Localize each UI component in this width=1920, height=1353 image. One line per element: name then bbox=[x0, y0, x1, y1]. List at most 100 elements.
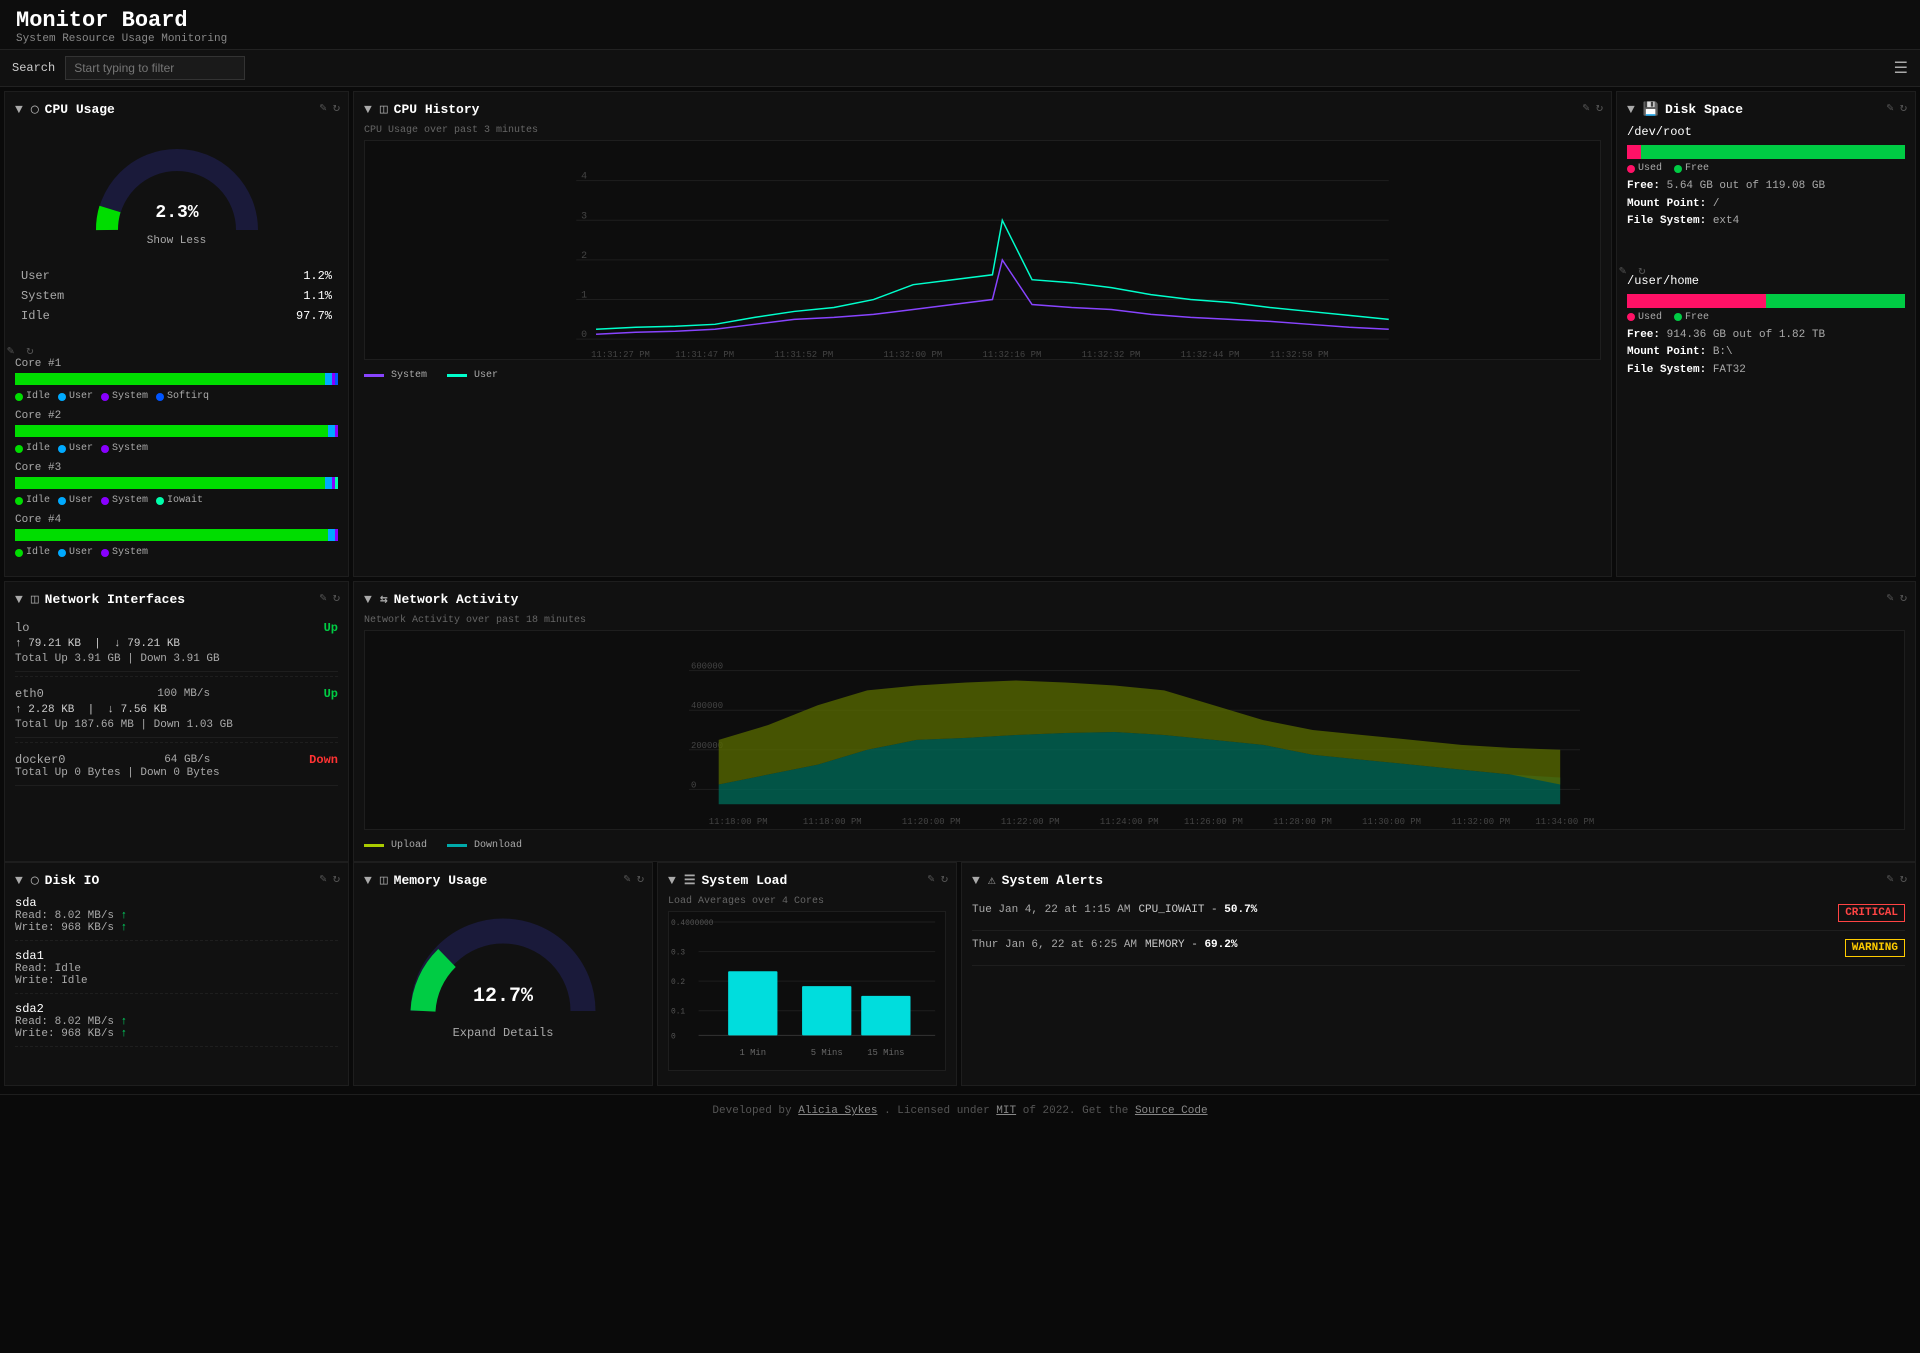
sys-load-title: System Load bbox=[701, 873, 787, 888]
core2-section: Core #2 Idle User System bbox=[15, 410, 338, 454]
cpu-stat-idle: Idle 97.7% bbox=[17, 307, 336, 325]
disk-home-bar bbox=[1627, 294, 1905, 308]
disk-io-refresh-icon[interactable]: ↻ bbox=[333, 871, 340, 886]
sys-alerts-collapse-btn[interactable]: ▼ bbox=[972, 873, 980, 888]
mem-collapse-btn[interactable]: ▼ bbox=[364, 873, 372, 888]
system-alerts-panel: ▼ ⚠ System Alerts ✎ ↻ Tue Jan 4, 22 at 1… bbox=[961, 862, 1916, 1086]
alert-1-time: Tue Jan 4, 22 at 1:15 AM bbox=[972, 904, 1130, 916]
cpu-hist-refresh-icon[interactable]: ↻ bbox=[1596, 100, 1603, 115]
footer-license-link[interactable]: MIT bbox=[996, 1105, 1016, 1117]
svg-text:11:32:58 PM: 11:32:58 PM bbox=[1270, 350, 1329, 360]
core4-legend: Idle User System bbox=[15, 547, 338, 558]
svg-text:200000: 200000 bbox=[691, 741, 723, 751]
cpu-stats-table: User 1.2% System 1.1% Idle 97.7% bbox=[15, 265, 338, 327]
system-load-panel: ▼ ☰ System Load ✎ ↻ Load Averages over 4… bbox=[657, 862, 957, 1086]
svg-text:2.3%: 2.3% bbox=[155, 203, 198, 223]
mem-refresh-icon[interactable]: ↻ bbox=[637, 871, 644, 886]
cpu-edit-icon[interactable]: ✎ bbox=[320, 100, 327, 115]
svg-text:400000: 400000 bbox=[691, 701, 723, 711]
net-act-refresh-icon[interactable]: ↻ bbox=[1900, 590, 1907, 605]
net-act-upload-label: Upload bbox=[391, 840, 427, 851]
svg-text:11:18:00 PM: 11:18:00 PM bbox=[709, 817, 768, 827]
disk-space-collapse-btn[interactable]: ▼ bbox=[1627, 102, 1635, 117]
sys-alerts-refresh-icon[interactable]: ↻ bbox=[1900, 871, 1907, 886]
core1-legend: Idle User System Softirq bbox=[15, 391, 338, 402]
cpu-refresh-icon[interactable]: ↻ bbox=[333, 100, 340, 115]
search-label: Search bbox=[12, 61, 55, 75]
footer-src-link[interactable]: Source Code bbox=[1135, 1105, 1208, 1117]
svg-text:4: 4 bbox=[581, 171, 587, 182]
net-iface-refresh-icon[interactable]: ↻ bbox=[333, 590, 340, 605]
svg-text:11:34:00 PM: 11:34:00 PM bbox=[1535, 817, 1594, 827]
net-act-edit-icon[interactable]: ✎ bbox=[1887, 590, 1894, 605]
alert-2-time: Thur Jan 6, 22 at 6:25 AM bbox=[972, 939, 1137, 951]
disk-home-legend: Used Free bbox=[1627, 312, 1905, 323]
net-iface-icon: ◫ bbox=[31, 592, 39, 607]
cpu-hist-edit-icon[interactable]: ✎ bbox=[1583, 100, 1590, 115]
svg-text:11:24:00 PM: 11:24:00 PM bbox=[1100, 817, 1159, 827]
cpu-icon: ◯ bbox=[31, 102, 39, 117]
disk-io-title: Disk IO bbox=[45, 873, 100, 888]
core3-legend: Idle User System Iowait bbox=[15, 495, 338, 506]
system-load-chart: 0.4000000 0.3 0.2 0.1 0 1 Min 5 Mins 15 … bbox=[668, 911, 946, 1071]
svg-text:11:26:00 PM: 11:26:00 PM bbox=[1184, 817, 1243, 827]
svg-text:11:22:00 PM: 11:22:00 PM bbox=[1001, 817, 1060, 827]
footer-author-link[interactable]: Alicia Sykes bbox=[798, 1105, 877, 1117]
sys-alerts-edit-icon[interactable]: ✎ bbox=[1887, 871, 1894, 886]
sys-load-collapse-btn[interactable]: ▼ bbox=[668, 873, 676, 888]
disk-home-refresh-icon[interactable]: ↻ bbox=[1638, 263, 1645, 278]
disk-io-collapse-btn[interactable]: ▼ bbox=[15, 873, 23, 888]
core-refresh-icon[interactable]: ↻ bbox=[26, 343, 33, 358]
svg-text:11:31:27 PM: 11:31:27 PM bbox=[591, 350, 650, 360]
net-act-collapse-btn[interactable]: ▼ bbox=[364, 592, 372, 607]
cpu-stat-user: User 1.2% bbox=[17, 267, 336, 285]
alert-2-badge: WARNING bbox=[1845, 939, 1905, 957]
disk-space-panel: ▼ 💾 Disk Space ✎ ↻ /dev/root Used Free F… bbox=[1616, 91, 1916, 577]
core1-label: Core #1 bbox=[15, 358, 338, 370]
svg-text:600000: 600000 bbox=[691, 662, 723, 672]
cpu-collapse-btn[interactable]: ▼ bbox=[15, 102, 23, 117]
svg-text:11:30:00 PM: 11:30:00 PM bbox=[1362, 817, 1421, 827]
disk-space-edit-icon[interactable]: ✎ bbox=[1887, 100, 1894, 115]
core2-legend: Idle User System bbox=[15, 443, 338, 454]
search-input[interactable] bbox=[65, 56, 245, 80]
sys-load-edit-icon[interactable]: ✎ bbox=[928, 871, 935, 886]
alert-2: Thur Jan 6, 22 at 6:25 AM MEMORY - 69.2%… bbox=[972, 931, 1905, 966]
mem-expand-btn[interactable]: Expand Details bbox=[453, 1026, 554, 1040]
disk-home-info: Free: 914.36 GB out of 1.82 TB Mount Poi… bbox=[1627, 327, 1905, 380]
net-lo: lo Up ↑ 79.21 KB | ↓ 79.21 KB Total Up 3… bbox=[15, 615, 338, 672]
mem-icon: ◫ bbox=[380, 873, 388, 888]
svg-text:1: 1 bbox=[581, 290, 587, 301]
cpu-gauge: 2.3% bbox=[87, 135, 267, 235]
sys-load-refresh-icon[interactable]: ↻ bbox=[941, 871, 948, 886]
core-edit-icon[interactable]: ✎ bbox=[7, 343, 14, 358]
svg-text:15 Mins: 15 Mins bbox=[867, 1048, 904, 1058]
sys-alerts-title: System Alerts bbox=[1002, 873, 1103, 888]
net-act-download-label: Download bbox=[474, 840, 522, 851]
svg-text:11:32:00 PM: 11:32:00 PM bbox=[883, 350, 942, 360]
net-eth0: eth0 100 MB/s Up ↑ 2.28 KB | ↓ 7.56 KB T… bbox=[15, 681, 338, 738]
disk-home-edit-icon[interactable]: ✎ bbox=[1619, 263, 1626, 278]
cpu-hist-collapse-btn[interactable]: ▼ bbox=[364, 102, 372, 117]
svg-text:5 Mins: 5 Mins bbox=[811, 1048, 843, 1058]
disk-space-refresh-icon[interactable]: ↻ bbox=[1900, 100, 1907, 115]
filter-icon[interactable]: ☰ bbox=[1894, 58, 1908, 78]
core2-label: Core #2 bbox=[15, 410, 338, 422]
svg-text:12.7%: 12.7% bbox=[473, 985, 534, 1008]
net-iface-collapse-btn[interactable]: ▼ bbox=[15, 592, 23, 607]
disk-io-panel: ▼ ◯ Disk IO ✎ ↻ sda Read: 8.02 MB/s ↑ Wr… bbox=[4, 862, 349, 1086]
svg-text:11:18:00 PM: 11:18:00 PM bbox=[803, 817, 862, 827]
network-interfaces-panel: ▼ ◫ Network Interfaces ✎ ↻ lo Up ↑ 79.21… bbox=[4, 581, 349, 862]
disk-root-legend: Used Free bbox=[1627, 163, 1905, 174]
footer-text: Developed by bbox=[712, 1105, 798, 1117]
net-act-title: Network Activity bbox=[394, 592, 519, 607]
cpu-hist-system-label: System bbox=[391, 370, 427, 381]
disk-io-sda: sda Read: 8.02 MB/s ↑ Write: 968 KB/s ↑ bbox=[15, 896, 338, 941]
mem-edit-icon[interactable]: ✎ bbox=[624, 871, 631, 886]
cpu-hist-icon: ◫ bbox=[380, 102, 388, 117]
svg-text:11:32:32 PM: 11:32:32 PM bbox=[1082, 350, 1141, 360]
disk-io-edit-icon[interactable]: ✎ bbox=[320, 871, 327, 886]
net-iface-edit-icon[interactable]: ✎ bbox=[320, 590, 327, 605]
memory-usage-panel: ▼ ◫ Memory Usage ✎ ↻ 12.7% Expand Detail… bbox=[353, 862, 653, 1086]
net-docker0: docker0 64 GB/s Down Total Up 0 Bytes | … bbox=[15, 747, 338, 786]
